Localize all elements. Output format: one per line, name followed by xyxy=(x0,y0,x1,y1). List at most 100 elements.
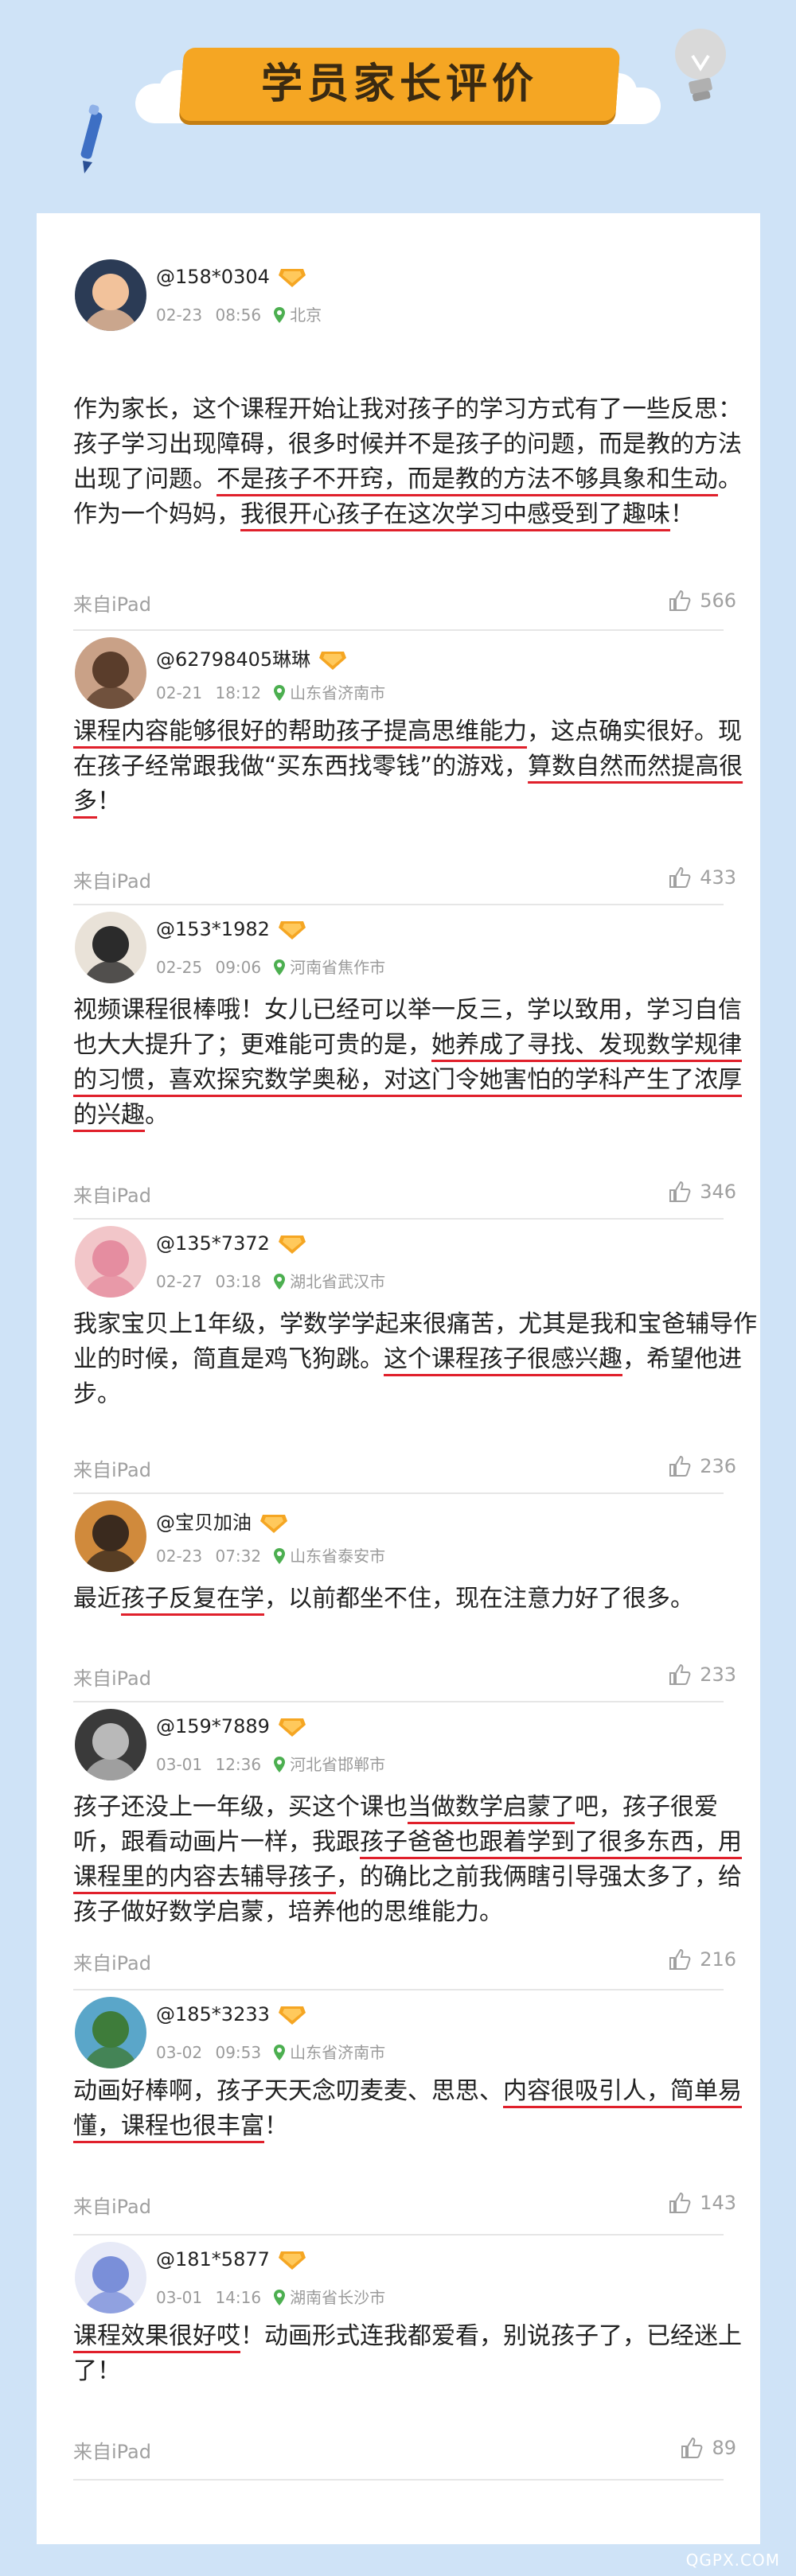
like-count: 433 xyxy=(700,866,736,889)
avatar[interactable] xyxy=(75,2242,146,2313)
text-segment: 最近 xyxy=(73,1585,121,1613)
highlighted-text: 这个课程孩子很感兴趣 xyxy=(384,1345,622,1373)
post-location: 山东省泰安市 xyxy=(290,1547,386,1566)
post-time: 09:53 xyxy=(215,2043,262,2062)
post-location: 北京 xyxy=(290,305,322,325)
reviews-card: @158*0304 02-23 08:56 北京 作为家长，这个课程开始让我对孩子… xyxy=(37,213,760,2544)
username[interactable]: @185*3233 xyxy=(156,2003,270,2025)
review-text: 课程效果很好哎！动画形式连我都爱看，别说孩子了，已经迷上了！ xyxy=(73,2319,759,2389)
username[interactable]: @158*0304 xyxy=(156,266,270,288)
location-pin-icon xyxy=(274,959,286,975)
like-button[interactable]: 143 xyxy=(668,2191,736,2215)
vip-badge-icon xyxy=(278,1718,306,1737)
watermark: QGPX.COM xyxy=(685,2551,780,2570)
highlighted-text: 孩子反复在学 xyxy=(121,1585,264,1613)
review-item: @181*5877 03-01 14:16 湖南省长沙市 课程效果很好哎！动画形式… xyxy=(37,2236,760,2481)
review-text: 孩子还没上一年级，买这个课也当做数学启蒙了吧，孩子很爱听，跟看动画片一样，我跟孩… xyxy=(73,1790,759,1930)
post-meta: 02-21 18:12 山东省济南市 xyxy=(156,680,385,703)
username-row: @159*7889 xyxy=(156,1715,306,1737)
like-button[interactable]: 89 xyxy=(680,2436,736,2460)
avatar[interactable] xyxy=(75,1997,146,2068)
source-label: 来自iPad xyxy=(73,1185,152,1207)
review-item: @158*0304 02-23 08:56 北京 作为家长，这个课程开始让我对孩子… xyxy=(37,253,760,631)
text-segment: ！ xyxy=(670,500,694,528)
post-date: 02-23 xyxy=(156,305,203,325)
source-label: 来自iPad xyxy=(73,1952,152,1975)
source-label: 来自iPad xyxy=(73,1459,152,1481)
post-time: 09:06 xyxy=(215,958,262,977)
vip-badge-icon xyxy=(278,921,306,940)
post-location: 河南省焦作市 xyxy=(290,958,386,977)
like-count: 143 xyxy=(700,2192,736,2214)
post-time: 14:16 xyxy=(215,2288,262,2307)
username[interactable]: @宝贝加油 xyxy=(156,1512,252,1534)
like-count: 89 xyxy=(712,2437,736,2459)
review-item: @153*1982 02-25 09:06 河南省焦作市 视频课程很棒哦！女儿已经… xyxy=(37,905,760,1220)
text-segment: 。 xyxy=(145,1101,169,1129)
post-location: 河北省邯郸市 xyxy=(290,1755,386,1774)
avatar[interactable] xyxy=(75,259,146,331)
divider xyxy=(73,2479,724,2481)
review-text: 动画好棒啊，孩子天天念叨麦麦、思思、内容很吸引人，简单易懂，课程也很丰富！ xyxy=(73,2074,759,2144)
lightbulb-icon xyxy=(675,29,726,102)
location-pin-icon xyxy=(274,1274,286,1290)
post-time: 07:32 xyxy=(215,1547,262,1566)
like-button[interactable]: 433 xyxy=(668,866,736,889)
thumbs-up-icon xyxy=(669,1664,691,1685)
username[interactable]: @181*5877 xyxy=(156,2248,270,2271)
avatar[interactable] xyxy=(75,1500,146,1572)
like-count: 346 xyxy=(700,1181,736,1203)
thumbs-up-icon xyxy=(669,1455,691,1477)
text-segment: 动画好棒啊，孩子天天念叨麦麦、思思、 xyxy=(73,2077,503,2105)
highlighted-text: 课程效果很好哎 xyxy=(73,2322,240,2350)
username[interactable]: @135*7372 xyxy=(156,1232,270,1255)
text-segment: 孩子还没上一年级，买这个课也 xyxy=(73,1793,408,1821)
review-item: @62798405琳琳 02-21 18:12 山东省济南市 课程内容能够很好的帮… xyxy=(37,631,760,905)
vip-badge-icon xyxy=(278,1235,306,1254)
like-button[interactable]: 216 xyxy=(668,1948,736,1971)
review-text: 最近孩子反复在学，以前都坐不住，现在注意力好了很多。 xyxy=(73,1582,759,1617)
username-row: @185*3233 xyxy=(156,2003,306,2025)
highlighted-text: 课程内容能够很好的帮助孩子提高思维能力 xyxy=(73,718,527,745)
location-pin-icon xyxy=(274,307,286,323)
page-title: 学员家长评价 xyxy=(260,60,538,108)
location-pin-icon xyxy=(274,685,286,701)
username-row: @153*1982 xyxy=(156,918,306,940)
text-segment: ！ xyxy=(264,2112,288,2140)
post-meta: 03-01 12:36 河北省邯郸市 xyxy=(156,1752,385,1775)
avatar[interactable] xyxy=(75,1226,146,1298)
like-button[interactable]: 233 xyxy=(668,1663,736,1687)
vip-badge-icon xyxy=(260,1515,287,1533)
username[interactable]: @159*7889 xyxy=(156,1715,270,1737)
like-button[interactable]: 566 xyxy=(668,589,736,613)
thumbs-up-icon xyxy=(669,1181,691,1202)
post-time: 08:56 xyxy=(215,305,262,325)
like-button[interactable]: 346 xyxy=(668,1180,736,1204)
source-label: 来自iPad xyxy=(73,2196,152,2218)
post-date: 03-02 xyxy=(156,2043,203,2062)
header: 学员家长评价 xyxy=(0,0,796,215)
highlighted-text: 我很开心孩子在这次学习中感受到了趣味 xyxy=(240,500,670,528)
avatar[interactable] xyxy=(75,637,146,709)
like-count: 566 xyxy=(700,590,736,612)
vip-badge-icon xyxy=(319,652,347,670)
location-pin-icon xyxy=(274,1757,286,1772)
thumbs-up-icon xyxy=(669,866,691,888)
username-row: @62798405琳琳 xyxy=(156,644,347,671)
post-meta: 03-02 09:53 山东省济南市 xyxy=(156,2040,385,2063)
like-button[interactable]: 236 xyxy=(668,1454,736,1478)
source-label: 来自iPad xyxy=(73,870,152,893)
location-pin-icon xyxy=(274,2045,286,2060)
avatar[interactable] xyxy=(75,1709,146,1780)
like-count: 236 xyxy=(700,1455,736,1477)
location-pin-icon xyxy=(274,2290,286,2306)
username[interactable]: @153*1982 xyxy=(156,918,270,940)
username[interactable]: @62798405琳琳 xyxy=(156,648,310,671)
username-row: @135*7372 xyxy=(156,1232,306,1255)
review-item: @159*7889 03-01 12:36 河北省邯郸市 孩子还没上一年级，买这个… xyxy=(37,1702,760,1990)
thumbs-up-icon xyxy=(669,1948,691,1970)
highlighted-text: 当做数学启蒙了 xyxy=(408,1793,575,1821)
thumbs-up-icon xyxy=(669,2192,691,2213)
avatar[interactable] xyxy=(75,912,146,983)
post-meta: 02-23 07:32 山东省泰安市 xyxy=(156,1543,385,1566)
